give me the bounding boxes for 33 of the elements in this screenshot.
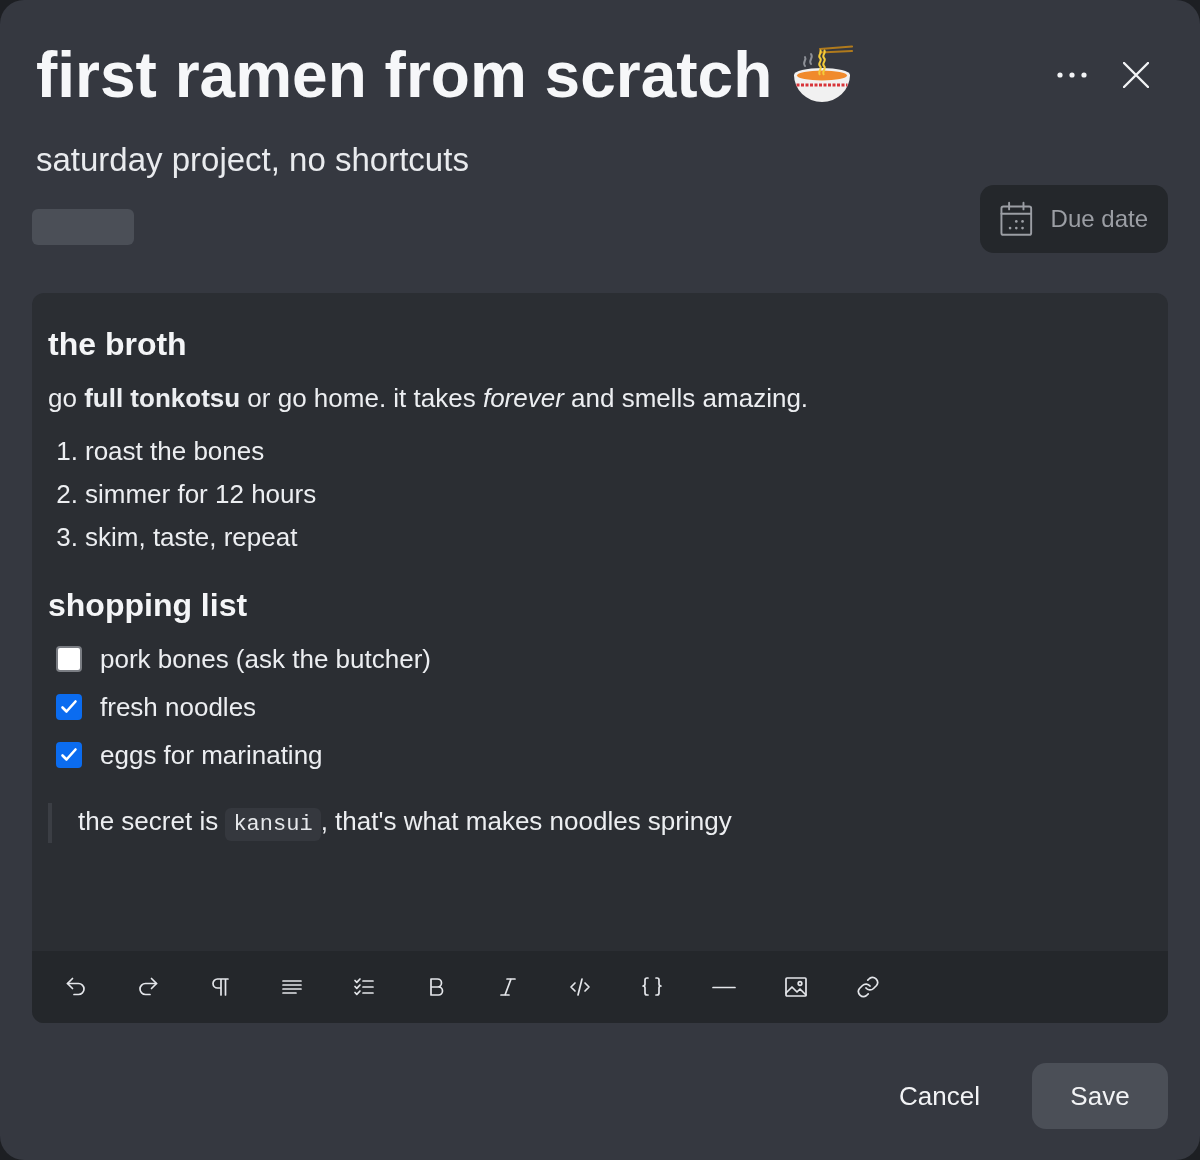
checkmark-icon — [60, 746, 78, 764]
checkbox[interactable] — [56, 646, 82, 672]
list-number: 3. — [55, 522, 78, 553]
more-icon — [1057, 72, 1087, 78]
horizontal-rule-icon — [712, 985, 736, 989]
task-text: fresh noodles — [100, 691, 257, 723]
checkbox[interactable] — [56, 694, 82, 720]
list-number: 1. — [55, 436, 78, 467]
task-text: pork bones (ask the butcher) — [100, 643, 431, 675]
calendar-icon — [1000, 201, 1033, 237]
editor-panel[interactable] — [32, 293, 1168, 1023]
checkbox[interactable] — [56, 742, 82, 768]
list-item-text: simmer for 12 hours — [85, 479, 317, 510]
paragraph: go full tonkotsu or go home. it takes forever and smells amazing. — [48, 382, 810, 415]
inline-code: kansui — [225, 808, 321, 841]
blockquote: the secret is kansui , that's what makes noodles springy — [48, 803, 1152, 843]
dialog-title: first ramen from scratch — [36, 40, 773, 110]
list-item-text: roast the bones — [85, 436, 265, 467]
link-icon — [856, 975, 880, 999]
cancel-button[interactable]: Cancel — [883, 1063, 996, 1129]
task-text: eggs for marinating — [100, 739, 323, 771]
braces-icon — [640, 975, 664, 999]
close-icon — [1123, 62, 1149, 88]
code-icon — [568, 975, 592, 999]
section-heading: the broth — [48, 325, 188, 364]
save-button[interactable]: Save — [1032, 1063, 1168, 1129]
checkmark-icon — [60, 698, 78, 716]
image-icon — [784, 975, 808, 999]
section-heading: shopping list — [48, 586, 249, 625]
list-number: 2. — [55, 479, 78, 510]
list-item-text: skim, taste, repeat — [85, 522, 298, 553]
dialog-subtitle: saturday project, no shortcuts — [36, 140, 470, 180]
due-date-button[interactable]: Due date — [980, 185, 1168, 253]
